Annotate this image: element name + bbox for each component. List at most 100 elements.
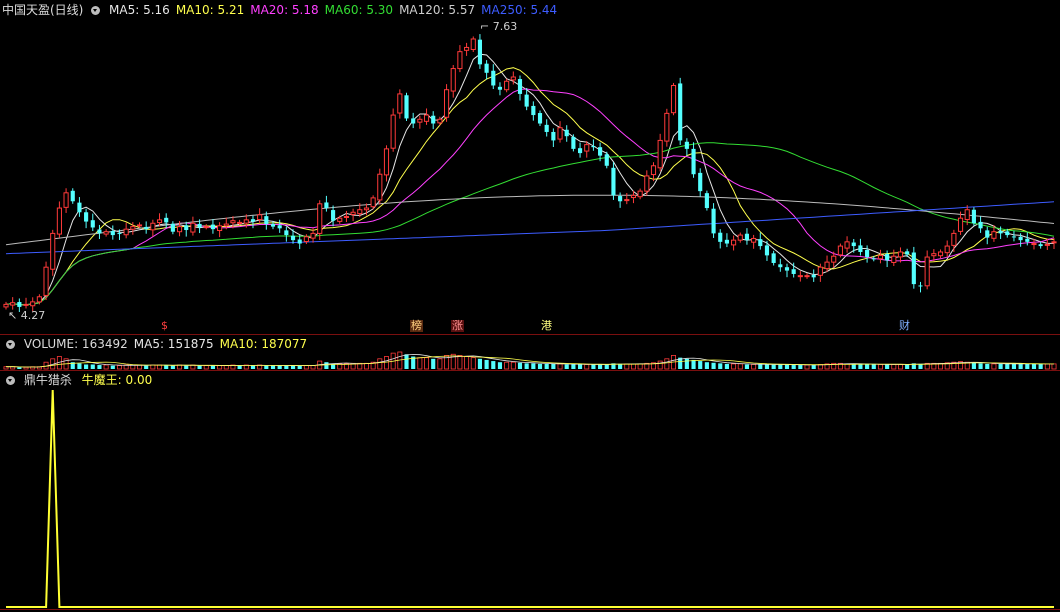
pane-divider-indicator — [0, 370, 1060, 371]
candle-body-down — [811, 274, 816, 278]
candle-body-up — [150, 222, 156, 231]
candle-body-down — [270, 224, 276, 227]
candle-body-up — [957, 217, 964, 232]
volume-bar-down — [978, 363, 983, 369]
pane-bottom-border — [0, 609, 1060, 610]
candle-body-up — [417, 118, 423, 123]
price-pane-header: 中国天盈(日线) MA5: 5.16 MA10: 5.21 MA20: 5.18 MA… — [2, 2, 563, 18]
ma-legend-item-1: MA10: 5.21 — [175, 3, 245, 17]
candle-body-up — [897, 251, 904, 258]
candle-body-down — [97, 229, 102, 234]
candle-body-down — [411, 118, 416, 124]
candle-body-up — [190, 222, 196, 233]
candle-body-up — [130, 226, 136, 230]
volume-bar-down — [544, 363, 549, 369]
volume-pane-dropdown-icon[interactable] — [6, 340, 15, 349]
candle-body-down — [684, 141, 689, 149]
volume-bar-up — [737, 363, 743, 370]
candle-body-up — [964, 209, 970, 221]
candle-body-up — [937, 251, 944, 257]
candle-body-up — [303, 236, 309, 243]
candle-body-down — [791, 269, 796, 274]
candle-body-up — [50, 232, 56, 270]
candle-body-up — [931, 253, 937, 257]
candle-body-up — [3, 303, 9, 308]
volume-bar-up — [557, 363, 563, 370]
volume-bar-up — [637, 363, 643, 370]
candle-body-up — [230, 220, 236, 224]
candle-body-down — [551, 131, 556, 141]
price-pane-dropdown-icon[interactable] — [91, 6, 101, 15]
volume-bar-down — [985, 363, 990, 369]
candle-body-down — [918, 285, 923, 287]
ma-legend-item-2: MA20: 5.18 — [250, 3, 319, 17]
volume-bar-down — [865, 364, 870, 369]
candle-body-up — [243, 219, 249, 224]
volume-bar-down — [531, 363, 536, 369]
candle-body-down — [1025, 238, 1030, 242]
candle-body-down — [718, 232, 723, 242]
candle-body-up — [43, 266, 49, 296]
candle-body-down — [110, 231, 115, 236]
candle-body-down — [484, 63, 489, 73]
volume-bar-down — [84, 364, 89, 369]
candle-body-down — [851, 242, 856, 247]
candle-body-up — [443, 89, 450, 118]
indicator-title: 鼎牛猎杀 — [23, 373, 72, 387]
event-tag-1[interactable]: 榜 — [410, 320, 423, 332]
volume-bar-down — [618, 363, 623, 369]
volume-bar-down — [484, 359, 489, 369]
candle-body-down — [90, 220, 95, 228]
candle-body-up — [237, 221, 243, 224]
candle-body-up — [56, 207, 62, 235]
candle-body-up — [737, 234, 743, 241]
volume-bar-up — [384, 356, 389, 370]
volume-bar-down — [270, 365, 276, 369]
candle-body-down — [324, 202, 329, 209]
candle-body-up — [650, 165, 657, 176]
candle-body-down — [497, 86, 503, 90]
candle-body-up — [103, 231, 109, 235]
candle-body-down — [971, 209, 976, 224]
candle-body-down — [784, 267, 790, 271]
volume-bar-down — [290, 365, 296, 369]
candle-body-down — [297, 239, 302, 244]
candle-body-down — [77, 202, 82, 213]
candle-body-up — [363, 207, 370, 211]
candle-body-up — [23, 303, 29, 306]
candle-body-up — [510, 76, 516, 81]
candle-body-down — [1011, 236, 1017, 238]
candle-body-up — [657, 139, 663, 169]
candle-body-up — [457, 51, 463, 70]
ma60-line — [5, 142, 1055, 306]
candle-body-up — [951, 232, 957, 246]
candle-body-up — [30, 301, 36, 307]
indicator-pane-dropdown-icon[interactable] — [6, 376, 15, 385]
event-tag-0[interactable]: $ — [160, 320, 169, 332]
volume-bar-down — [577, 364, 583, 369]
candle-body-up — [136, 224, 143, 227]
volume-bar-up — [23, 366, 29, 370]
candle-body-down — [577, 148, 583, 154]
volume-bar-down — [758, 364, 763, 369]
candle-body-down — [611, 167, 616, 196]
candle-body-up — [637, 190, 643, 198]
event-tag-4[interactable]: 财 — [898, 320, 911, 332]
candle-body-up — [10, 302, 16, 306]
candle-body-down — [691, 148, 696, 175]
event-tag-3[interactable]: 港 — [540, 320, 553, 332]
ma-legend-item-3: MA60: 5.30 — [324, 3, 394, 17]
candle-body-up — [944, 245, 950, 254]
candle-body-down — [331, 210, 336, 221]
candle-body-down — [144, 226, 149, 230]
high-price-annotation: ⌐ 7.63 — [480, 20, 518, 33]
candle-body-down — [117, 233, 122, 235]
candle-body-down — [431, 115, 436, 124]
candle-body-up — [1051, 241, 1057, 244]
candle-body-down — [164, 217, 169, 223]
indicator-pane-header: 鼎牛猎杀 牛魔王: 0.00 — [2, 372, 158, 388]
stock-chart-canvas[interactable] — [0, 0, 1060, 612]
event-tag-2[interactable]: 涨 — [451, 320, 464, 332]
candle-body-down — [531, 105, 536, 116]
ma-legend-item-4: MA120: 5.57 — [399, 3, 476, 17]
